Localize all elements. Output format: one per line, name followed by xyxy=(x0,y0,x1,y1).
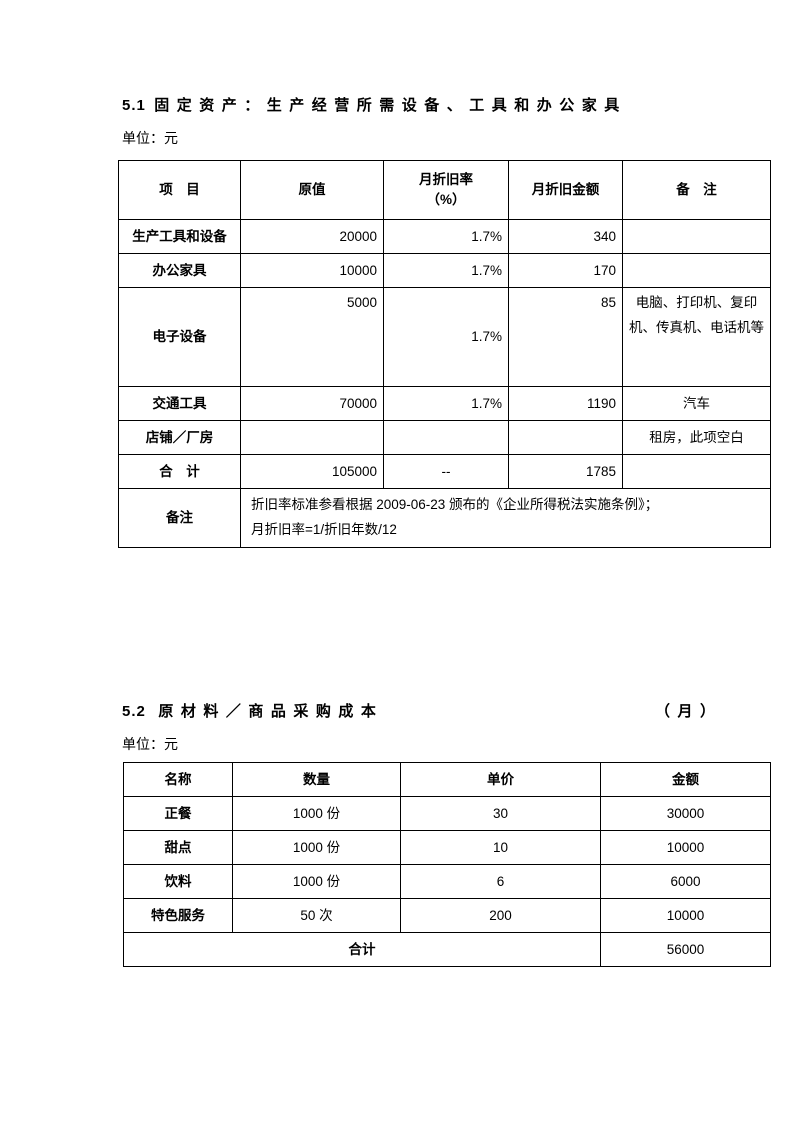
column-header-quantity: 数量 xyxy=(232,762,401,797)
total-amount: 56000 xyxy=(600,932,771,967)
table-row: 饮料 1000 份 6 6000 xyxy=(123,864,771,899)
cell-monthly-rate xyxy=(383,420,509,455)
column-header-unit-price: 单价 xyxy=(400,762,601,797)
unit-label-5-1: 单位：元 xyxy=(122,130,178,146)
footnote-line-1: 折旧率标准参看根据 2009-06-23 颁布的《企业所得税法实施条例》； xyxy=(251,497,659,513)
unit-label-5-2: 单位：元 xyxy=(122,736,178,752)
table-row: 电子设备 5000 1.7% 85 电脑、打印机、复印机、传真机、电话机等 xyxy=(118,287,771,387)
cell-monthly-amount: 85 xyxy=(508,287,623,387)
cell-monthly-amount xyxy=(508,420,623,455)
cell-monthly-amount: 170 xyxy=(508,253,623,288)
cell-quantity: 50 次 xyxy=(232,898,401,933)
row-label-main-meal: 正餐 xyxy=(123,796,233,831)
cell-note: 电脑、打印机、复印机、传真机、电话机等 xyxy=(622,287,771,387)
section-heading-5-1: 5.1 固定资产：生产经营所需设备、工具和办公家具 xyxy=(122,94,627,115)
column-header-monthly-rate-line1: 月折旧率 xyxy=(419,172,473,188)
table-row: 特色服务 50 次 200 10000 xyxy=(123,898,771,933)
cell-unit-price: 200 xyxy=(400,898,601,933)
cell-quantity: 1000 份 xyxy=(232,796,401,831)
cell-amount: 10000 xyxy=(600,898,771,933)
table-row: 交通工具 70000 1.7% 1190 汽车 xyxy=(118,386,771,421)
table-header-row: 名称 数量 单价 金额 xyxy=(123,762,771,797)
column-header-original-value: 原值 xyxy=(240,160,384,220)
section-number-5-1: 5.1 xyxy=(122,97,146,114)
cell-amount: 30000 xyxy=(600,796,771,831)
cell-amount: 6000 xyxy=(600,864,771,899)
cell-note xyxy=(622,219,771,254)
row-label-shop-factory: 店铺／厂房 xyxy=(118,420,241,455)
table-total-row: 合 计 105000 -- 1785 xyxy=(118,454,771,489)
table-row: 正餐 1000 份 30 30000 xyxy=(123,796,771,831)
cell-original-value: 20000 xyxy=(240,219,384,254)
cell-total-original-value: 105000 xyxy=(240,454,384,489)
row-label-vehicles: 交通工具 xyxy=(118,386,241,421)
fixed-assets-table: 项 目 原值 月折旧率 （%） 月折旧金额 备 注 生产工具和设备 20000 … xyxy=(118,160,771,548)
column-header-monthly-rate-line2: （%） xyxy=(426,192,466,207)
section-number-5-2: 5.2 xyxy=(122,703,146,720)
total-label: 合计 xyxy=(123,932,601,967)
row-label-production-tools: 生产工具和设备 xyxy=(118,219,241,254)
row-label-total: 合 计 xyxy=(118,454,241,489)
table-row: 生产工具和设备 20000 1.7% 340 xyxy=(118,219,771,254)
cell-monthly-rate: 1.7% xyxy=(383,287,509,387)
section-title-5-2: 原材料／商品采购成本 xyxy=(158,703,384,720)
cell-total-monthly-amount: 1785 xyxy=(508,454,623,489)
cell-amount: 10000 xyxy=(600,830,771,865)
cell-unit-price: 6 xyxy=(400,864,601,899)
footnote-content: 折旧率标准参看根据 2009-06-23 颁布的《企业所得税法实施条例》； 月折… xyxy=(240,488,771,548)
table-row: 甜点 1000 份 10 10000 xyxy=(123,830,771,865)
footnote-line-2: 月折旧率=1/折旧年数/12 xyxy=(251,522,397,537)
cell-original-value: 10000 xyxy=(240,253,384,288)
section-title-5-1: 固定资产：生产经营所需设备、工具和办公家具 xyxy=(154,97,627,114)
cell-quantity: 1000 份 xyxy=(232,830,401,865)
row-label-beverage: 饮料 xyxy=(123,864,233,899)
table-row: 店铺／厂房 租房，此项空白 xyxy=(118,420,771,455)
row-label-electronic-equipment: 电子设备 xyxy=(118,287,241,387)
table-total-row: 合计 56000 xyxy=(123,932,771,967)
column-header-name: 名称 xyxy=(123,762,233,797)
cell-monthly-rate: 1.7% xyxy=(383,253,509,288)
row-label-office-furniture: 办公家具 xyxy=(118,253,241,288)
table-header-row: 项 目 原值 月折旧率 （%） 月折旧金额 备 注 xyxy=(118,160,771,220)
cell-original-value: 70000 xyxy=(240,386,384,421)
column-header-amount: 金额 xyxy=(600,762,771,797)
column-header-note: 备 注 xyxy=(622,160,771,220)
cell-monthly-rate: 1.7% xyxy=(383,386,509,421)
row-label-dessert: 甜点 xyxy=(123,830,233,865)
cell-original-value: 5000 xyxy=(240,287,384,387)
table-row: 办公家具 10000 1.7% 170 xyxy=(118,253,771,288)
cell-unit-price: 30 xyxy=(400,796,601,831)
cell-monthly-rate: 1.7% xyxy=(383,219,509,254)
cell-total-monthly-rate: -- xyxy=(383,454,509,489)
cell-original-value xyxy=(240,420,384,455)
section-heading-5-2: 5.2 原材料／商品采购成本 xyxy=(122,700,383,721)
section-heading-5-2-period: （月） xyxy=(655,703,723,720)
document-page: 5.1 固定资产：生产经营所需设备、工具和办公家具 单位：元 项 目 原值 月折… xyxy=(0,0,794,1123)
material-cost-table: 名称 数量 单价 金额 正餐 1000 份 30 30000 甜点 1000 份… xyxy=(123,762,771,967)
row-label-special-service: 特色服务 xyxy=(123,898,233,933)
cell-unit-price: 10 xyxy=(400,830,601,865)
cell-note xyxy=(622,454,771,489)
footnote-label: 备注 xyxy=(118,488,241,548)
cell-note: 汽车 xyxy=(622,386,771,421)
cell-quantity: 1000 份 xyxy=(232,864,401,899)
column-header-monthly-rate: 月折旧率 （%） xyxy=(383,160,509,220)
cell-note xyxy=(622,253,771,288)
cell-note: 租房，此项空白 xyxy=(622,420,771,455)
cell-monthly-amount: 1190 xyxy=(508,386,623,421)
table-footnote-row: 备注 折旧率标准参看根据 2009-06-23 颁布的《企业所得税法实施条例》；… xyxy=(118,488,771,548)
column-header-item: 项 目 xyxy=(118,160,241,220)
cell-monthly-amount: 340 xyxy=(508,219,623,254)
column-header-monthly-amount: 月折旧金额 xyxy=(508,160,623,220)
